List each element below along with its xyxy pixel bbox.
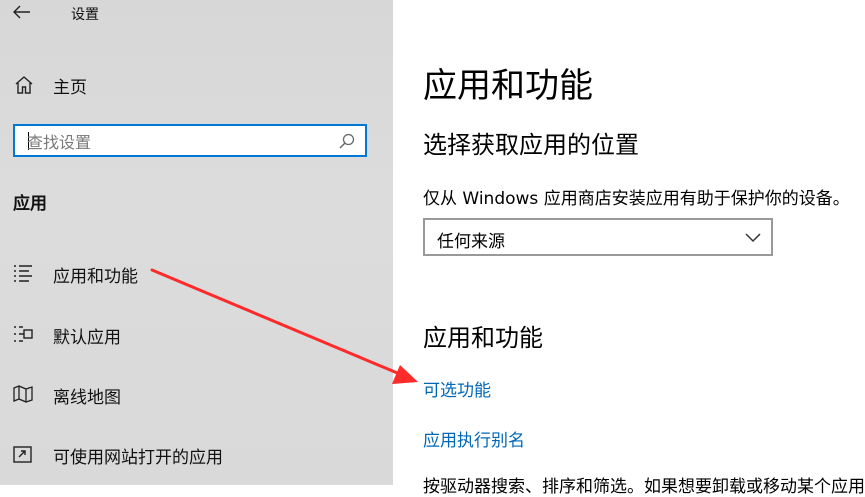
apps-list-icon: [14, 265, 32, 282]
search-input[interactable]: [25, 130, 329, 154]
sidebar-item-apps-for-websites[interactable]: 可使用网站打开的应用: [0, 433, 393, 473]
sidebar: 设置 主页 应用 应用和功能 默认应用 离线地图: [0, 0, 393, 485]
title-bar: 设置: [0, 0, 393, 26]
window-title: 设置: [71, 7, 99, 23]
search-icon[interactable]: [338, 132, 356, 150]
sidebar-home-label: 主页: [53, 78, 87, 98]
install-source-heading: 选择获取应用的位置: [423, 131, 639, 159]
sidebar-item-offline-maps[interactable]: 离线地图: [0, 373, 393, 413]
home-icon: [15, 76, 33, 94]
back-arrow-icon: [13, 5, 30, 19]
page-title: 应用和功能: [423, 66, 593, 106]
sidebar-item-home[interactable]: 主页: [0, 66, 393, 102]
back-button[interactable]: [8, 0, 36, 24]
sidebar-item-label: 离线地图: [53, 388, 121, 408]
default-apps-icon: [14, 326, 33, 342]
app-execution-aliases-link[interactable]: 应用执行别名: [423, 426, 525, 451]
sidebar-item-default-apps[interactable]: 默认应用: [0, 313, 393, 353]
map-icon: [13, 385, 33, 403]
main-content: 应用和功能 选择获取应用的位置 仅从 Windows 应用商店安装应用有助于保护…: [393, 0, 865, 497]
apps-features-heading: 应用和功能: [423, 324, 543, 352]
sidebar-item-label: 应用和功能: [53, 267, 138, 287]
sidebar-item-label: 默认应用: [53, 328, 121, 348]
open-app-icon: [13, 446, 32, 463]
dropdown-value: 任何来源: [437, 232, 505, 252]
sidebar-item-label: 可使用网站打开的应用: [53, 448, 223, 468]
search-box[interactable]: [13, 124, 367, 157]
app-source-dropdown[interactable]: 任何来源: [423, 218, 773, 256]
sidebar-section-title: 应用: [13, 194, 47, 214]
sidebar-item-apps-features[interactable]: 应用和功能: [0, 252, 393, 292]
optional-features-link[interactable]: 可选功能: [423, 376, 491, 401]
install-source-description: 仅从 Windows 应用商店安装应用有助于保护你的设备。: [423, 189, 850, 209]
chevron-down-icon: [745, 233, 761, 243]
